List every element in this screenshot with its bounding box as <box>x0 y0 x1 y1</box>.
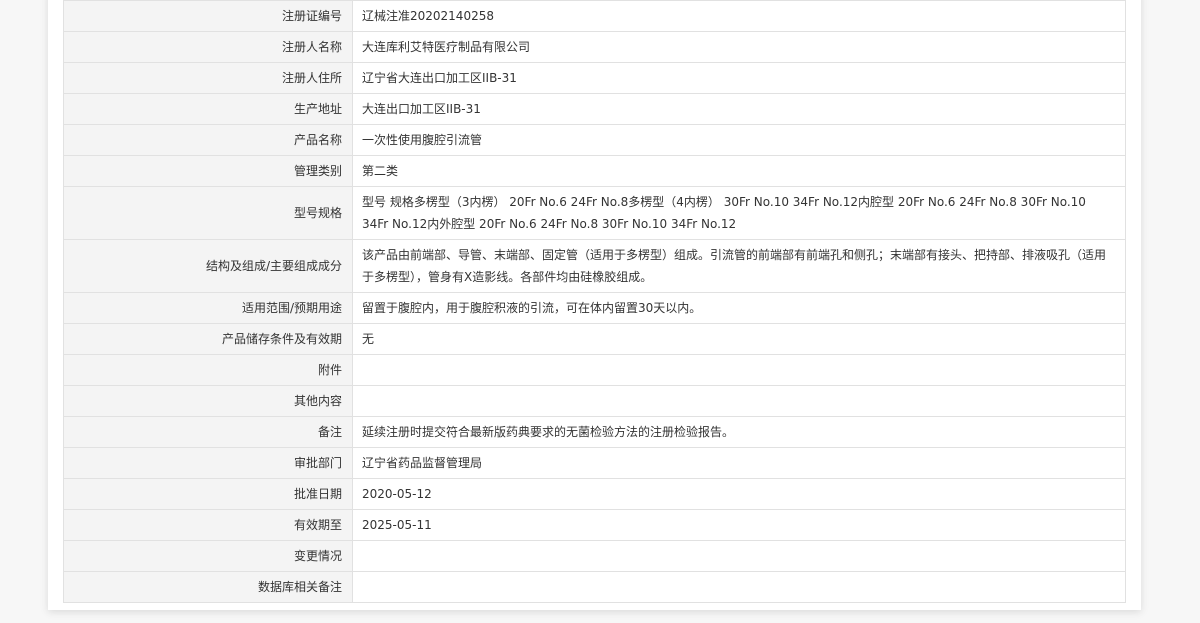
table-row-approval-date: 批准日期 2020-05-12 <box>63 478 1126 510</box>
row-label: 管理类别 <box>63 155 353 187</box>
row-value: 大连库利艾特医疗制品有限公司 <box>352 31 1126 63</box>
table-row-registration-no: 注册证编号 辽械注准20202140258 <box>63 0 1126 32</box>
table-row-product-name: 产品名称 一次性使用腹腔引流管 <box>63 124 1126 156</box>
row-label: 附件 <box>63 354 353 386</box>
row-label: 有效期至 <box>63 509 353 541</box>
row-value: 大连出口加工区IIB-31 <box>352 93 1126 125</box>
table-row-attachment: 附件 <box>63 354 1126 386</box>
row-label: 其他内容 <box>63 385 353 417</box>
row-label: 数据库相关备注 <box>63 571 353 603</box>
row-value <box>352 354 1126 386</box>
row-label: 产品名称 <box>63 124 353 156</box>
table-row-management-category: 管理类别 第二类 <box>63 155 1126 187</box>
row-label: 结构及组成/主要组成成分 <box>63 239 353 293</box>
row-label: 注册人住所 <box>63 62 353 94</box>
row-value <box>352 571 1126 603</box>
table-row-intended-use: 适用范围/预期用途 留置于腹腔内，用于腹腔积液的引流，可在体内留置30天以内。 <box>63 292 1126 324</box>
row-value: 一次性使用腹腔引流管 <box>352 124 1126 156</box>
registration-detail-table: 注册证编号 辽械注准20202140258 注册人名称 大连库利艾特医疗制品有限… <box>63 0 1126 603</box>
row-label: 型号规格 <box>63 186 353 240</box>
table-row-change-status: 变更情况 <box>63 540 1126 572</box>
row-label: 审批部门 <box>63 447 353 479</box>
row-value: 2020-05-12 <box>352 478 1126 510</box>
table-row-approval-dept: 审批部门 辽宁省药品监督管理局 <box>63 447 1126 479</box>
table-row-remarks: 备注 延续注册时提交符合最新版药典要求的无菌检验方法的注册检验报告。 <box>63 416 1126 448</box>
row-value: 2025-05-11 <box>352 509 1126 541</box>
table-row-other-content: 其他内容 <box>63 385 1126 417</box>
row-value <box>352 540 1126 572</box>
row-value: 留置于腹腔内，用于腹腔积液的引流，可在体内留置30天以内。 <box>352 292 1126 324</box>
row-label: 产品储存条件及有效期 <box>63 323 353 355</box>
row-label: 变更情况 <box>63 540 353 572</box>
table-row-database-remarks: 数据库相关备注 <box>63 571 1126 603</box>
row-label: 注册人名称 <box>63 31 353 63</box>
row-value: 延续注册时提交符合最新版药典要求的无菌检验方法的注册检验报告。 <box>352 416 1126 448</box>
row-label: 注册证编号 <box>63 0 353 32</box>
row-value: 辽宁省药品监督管理局 <box>352 447 1126 479</box>
row-value: 第二类 <box>352 155 1126 187</box>
table-row-structure-composition: 结构及组成/主要组成成分 该产品由前端部、导管、末端部、固定管（适用于多楞型）组… <box>63 239 1126 293</box>
table-row-production-address: 生产地址 大连出口加工区IIB-31 <box>63 93 1126 125</box>
table-row-registrant-address: 注册人住所 辽宁省大连出口加工区IIB-31 <box>63 62 1126 94</box>
row-value: 型号 规格多楞型（3内楞） 20Fr No.6 24Fr No.8多楞型（4内楞… <box>352 186 1126 240</box>
table-row-storage-validity: 产品储存条件及有效期 无 <box>63 323 1126 355</box>
row-label: 生产地址 <box>63 93 353 125</box>
row-label: 备注 <box>63 416 353 448</box>
row-value: 辽械注准20202140258 <box>352 0 1126 32</box>
row-label: 适用范围/预期用途 <box>63 292 353 324</box>
table-row-valid-until: 有效期至 2025-05-11 <box>63 509 1126 541</box>
row-value: 该产品由前端部、导管、末端部、固定管（适用于多楞型）组成。引流管的前端部有前端孔… <box>352 239 1126 293</box>
table-row-model-spec: 型号规格 型号 规格多楞型（3内楞） 20Fr No.6 24Fr No.8多楞… <box>63 186 1126 240</box>
table-row-registrant-name: 注册人名称 大连库利艾特医疗制品有限公司 <box>63 31 1126 63</box>
row-value <box>352 385 1126 417</box>
row-label: 批准日期 <box>63 478 353 510</box>
detail-card: 注册证编号 辽械注准20202140258 注册人名称 大连库利艾特医疗制品有限… <box>48 0 1141 610</box>
row-value: 辽宁省大连出口加工区IIB-31 <box>352 62 1126 94</box>
row-value: 无 <box>352 323 1126 355</box>
